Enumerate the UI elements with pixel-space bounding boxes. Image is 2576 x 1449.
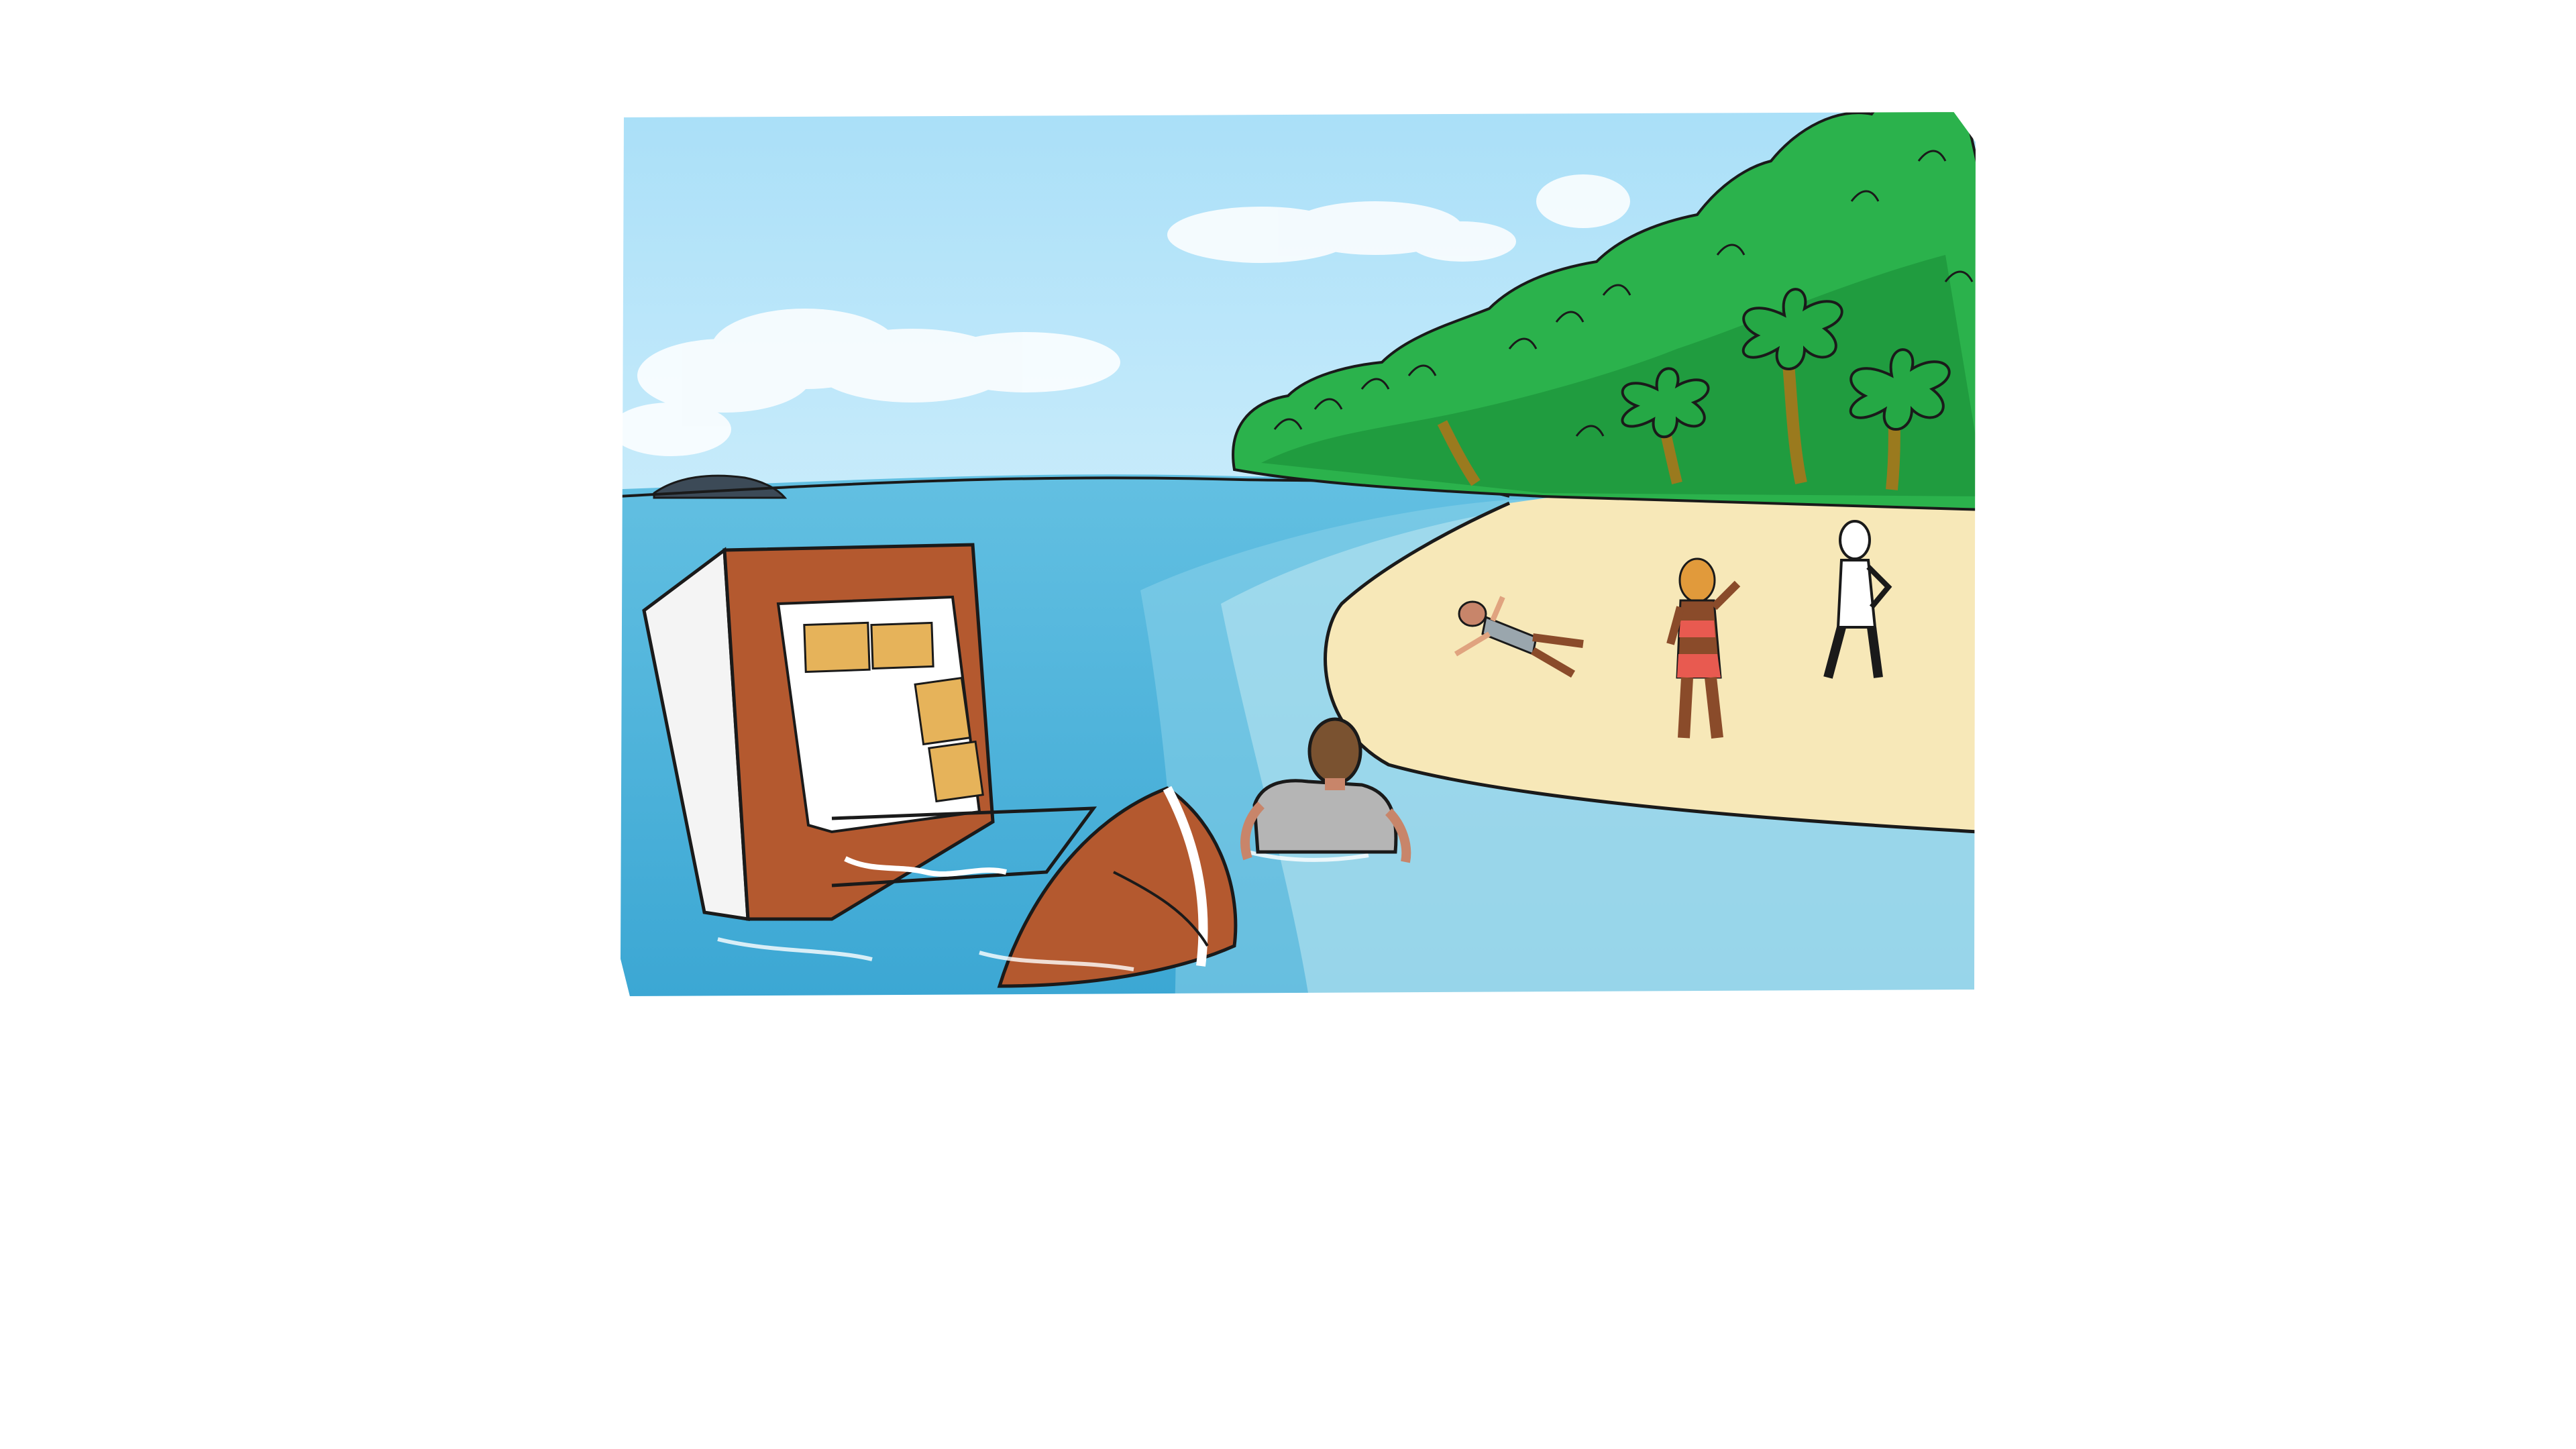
beach-shipwreck-illustration	[613, 105, 1983, 1004]
canvas	[0, 0, 2576, 1449]
